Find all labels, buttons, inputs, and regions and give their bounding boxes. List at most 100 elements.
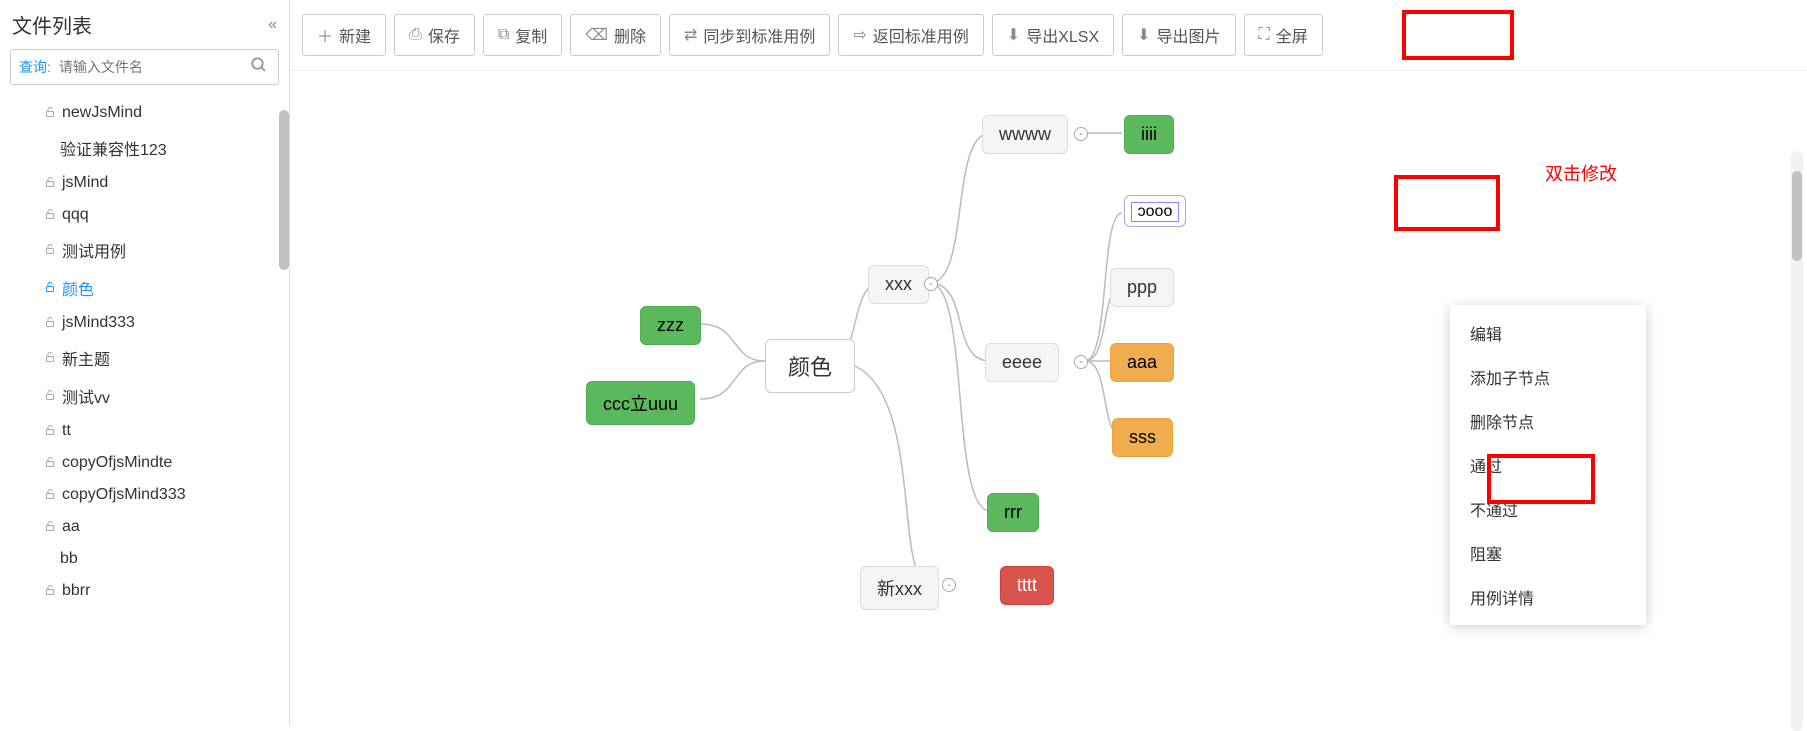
lock-icon — [44, 584, 56, 599]
scrollbar-thumb[interactable] — [1792, 171, 1802, 261]
file-item[interactable]: bbrr — [0, 575, 289, 607]
lock-icon — [44, 488, 56, 503]
node-edit-input[interactable] — [1131, 202, 1179, 222]
file-item-label: 新主题 — [62, 346, 110, 370]
node-ppp[interactable]: ppp — [1110, 268, 1174, 307]
collapse-sidebar-icon[interactable]: « — [268, 16, 277, 34]
search-input[interactable] — [59, 59, 240, 75]
save-button[interactable]: ⎙ 保存 — [394, 14, 475, 56]
node-newxxx[interactable]: 新xxx — [860, 566, 939, 610]
menu-delete-node[interactable]: 删除节点 — [1450, 399, 1646, 443]
sidebar-scrollbar[interactable] — [279, 110, 289, 270]
lock-icon — [44, 281, 56, 296]
lock-icon — [44, 316, 56, 331]
export-xlsx-label: 导出XLSX — [1026, 23, 1099, 47]
delete-button-label: 删除 — [614, 23, 646, 47]
canvas-scrollbar[interactable] — [1791, 151, 1803, 731]
fullscreen-button[interactable]: ⛶ 全屏 — [1244, 14, 1323, 56]
collapse-toggle-icon[interactable]: - — [1074, 355, 1088, 369]
lock-icon — [44, 520, 56, 535]
menu-case-detail[interactable]: 用例详情 — [1450, 575, 1646, 619]
sidebar: 文件列表 « 查询: newJsMind 验证兼容性123 jsMindqqq测试用… — [0, 0, 290, 726]
file-item-label: bb — [60, 550, 78, 568]
copy-button-label: 复制 — [515, 23, 547, 47]
file-item[interactable]: bb — [0, 543, 289, 575]
toolbar: ＋新建 ⎙ 保存 ⧉ 复制 ⌫ 删除 ⇄同步到标准用例 ⇨ 返回标准用例 ⬇ 导出XLSX… — [290, 0, 1807, 71]
export-image-button[interactable]: ⬇ 导出图片 — [1122, 14, 1235, 56]
fullscreen-label: 全屏 — [1276, 23, 1308, 47]
lock-icon — [44, 176, 56, 191]
context-menu: 编辑 添加子节点 删除节点 通过 不通过 阻塞 用例详情 — [1450, 305, 1646, 625]
file-item[interactable]: 测试用例 — [0, 231, 289, 269]
file-item[interactable]: copyOfjsMindte — [0, 447, 289, 479]
sidebar-title: 文件列表 — [12, 10, 92, 39]
menu-pass[interactable]: 通过 — [1450, 443, 1646, 487]
file-item-label: newJsMind — [62, 104, 142, 122]
file-item[interactable]: copyOfjsMind333 — [0, 479, 289, 511]
file-item[interactable]: 测试vv — [0, 377, 289, 415]
file-item-label: tt — [62, 422, 71, 440]
file-item[interactable]: 新主题 — [0, 339, 289, 377]
download-icon: ⬇ — [1137, 25, 1150, 45]
file-item[interactable]: jsMind333 — [0, 307, 289, 339]
delete-button[interactable]: ⌫ 删除 — [570, 14, 661, 56]
export-xlsx-button[interactable]: ⬇ 导出XLSX — [992, 14, 1114, 56]
file-item[interactable]: jsMind — [0, 167, 289, 199]
collapse-toggle-icon[interactable]: - — [942, 578, 956, 592]
back-icon: ⇨ — [853, 25, 866, 45]
collapse-toggle-icon[interactable]: - — [1074, 127, 1088, 141]
file-item-label: 验证兼容性123 — [60, 136, 167, 160]
node-oooo-editing[interactable] — [1124, 195, 1186, 227]
lock-icon — [44, 106, 56, 121]
save-button-label: 保存 — [428, 23, 460, 47]
new-button[interactable]: ＋新建 — [302, 14, 386, 56]
fullscreen-icon: ⛶ — [1259, 26, 1270, 44]
lock-icon — [44, 243, 56, 258]
node-aaa[interactable]: aaa — [1110, 343, 1174, 382]
file-item-label: copyOfjsMind333 — [62, 486, 186, 504]
copy-button[interactable]: ⧉ 复制 — [483, 14, 562, 56]
back-button-label: 返回标准用例 — [873, 23, 969, 47]
node-wwww[interactable]: wwww — [982, 115, 1068, 154]
file-item-label: aa — [62, 518, 80, 536]
search-icon[interactable] — [240, 56, 278, 79]
node-iiii[interactable]: iiii — [1124, 115, 1174, 154]
delete-icon: ⌫ — [585, 25, 608, 45]
menu-block[interactable]: 阻塞 — [1450, 531, 1646, 575]
node-eeee[interactable]: eeee — [985, 343, 1059, 382]
search-label: 查询: — [11, 57, 59, 77]
collapse-toggle-icon[interactable]: - — [924, 277, 938, 291]
node-tttt[interactable]: tttt — [1000, 566, 1054, 605]
export-image-label: 导出图片 — [1157, 23, 1221, 47]
lock-icon — [44, 351, 56, 366]
file-item[interactable]: tt — [0, 415, 289, 447]
file-item[interactable]: 颜色 — [0, 269, 289, 307]
lock-icon — [44, 456, 56, 471]
menu-fail[interactable]: 不通过 — [1450, 487, 1646, 531]
lock-icon — [44, 389, 56, 404]
copy-icon: ⧉ — [498, 26, 509, 44]
node-sss[interactable]: sss — [1112, 418, 1173, 457]
download-icon: ⬇ — [1007, 25, 1020, 45]
node-xxx[interactable]: xxx — [868, 265, 929, 304]
annotation-label: 双击修改 — [1545, 160, 1617, 186]
file-item[interactable]: aa — [0, 511, 289, 543]
back-button[interactable]: ⇨ 返回标准用例 — [838, 14, 983, 56]
file-item[interactable]: newJsMind — [0, 97, 289, 129]
node-cccuuu[interactable]: ccc立uuu — [586, 381, 695, 425]
lock-icon — [44, 208, 56, 223]
node-rrr[interactable]: rrr — [987, 493, 1039, 532]
new-button-label: 新建 — [339, 23, 371, 47]
menu-add-child[interactable]: 添加子节点 — [1450, 355, 1646, 399]
sync-button[interactable]: ⇄同步到标准用例 — [669, 14, 830, 56]
file-item[interactable]: qqq — [0, 199, 289, 231]
sync-icon: ⇄ — [684, 25, 697, 45]
file-item-label: jsMind333 — [62, 314, 135, 332]
node-root[interactable]: 颜色 — [765, 339, 855, 393]
menu-edit[interactable]: 编辑 — [1450, 311, 1646, 355]
file-item[interactable]: 验证兼容性123 — [0, 129, 289, 167]
file-item-label: copyOfjsMindte — [62, 454, 172, 472]
node-zzz[interactable]: zzz — [640, 306, 701, 345]
main-area: ＋新建 ⎙ 保存 ⧉ 复制 ⌫ 删除 ⇄同步到标准用例 ⇨ 返回标准用例 ⬇ 导出XLSX… — [290, 0, 1807, 726]
save-icon: ⎙ — [409, 26, 422, 44]
